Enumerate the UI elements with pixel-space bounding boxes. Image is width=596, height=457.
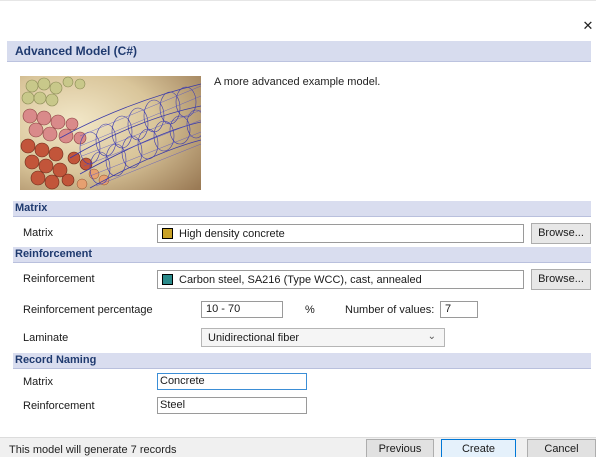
reinforcement-material-field[interactable]: Carbon steel, SA216 (Type WCC), cast, an…	[157, 270, 524, 289]
chevron-down-icon: ⌄	[427, 331, 436, 342]
number-of-values-label: Number of values:	[345, 304, 435, 316]
create-button[interactable]: Create	[441, 439, 516, 457]
naming-reinforcement-label: Reinforcement	[23, 400, 95, 412]
matrix-section-header: Matrix	[13, 201, 591, 217]
reinforcement-browse-button[interactable]: Browse...	[531, 269, 591, 290]
reinforcement-percentage-input[interactable]: 10 - 70	[201, 301, 283, 318]
model-thumbnail	[20, 76, 201, 190]
reinforcement-percentage-label: Reinforcement percentage	[23, 304, 153, 316]
model-title: Advanced Model (C#)	[15, 44, 138, 58]
percentage-unit: %	[305, 304, 315, 316]
matrix-material-value: High density concrete	[179, 228, 285, 240]
matrix-browse-button[interactable]: Browse...	[531, 223, 591, 244]
status-text: This model will generate 7 records	[9, 444, 177, 456]
section-title: Matrix	[15, 202, 48, 214]
naming-matrix-input[interactable]: Concrete	[157, 373, 307, 390]
record-naming-section-header: Record Naming	[13, 353, 591, 369]
reinforcement-label: Reinforcement	[23, 273, 95, 285]
section-title: Reinforcement	[15, 248, 93, 260]
cancel-button[interactable]: Cancel	[527, 439, 596, 457]
reinforcement-material-value: Carbon steel, SA216 (Type WCC), cast, an…	[179, 274, 422, 286]
model-description: A more advanced example model.	[214, 76, 381, 88]
model-header: Advanced Model (C#)	[7, 41, 591, 62]
material-swatch-icon	[162, 228, 173, 239]
number-of-values-input[interactable]: 7	[440, 301, 478, 318]
naming-reinforcement-input[interactable]: Steel	[157, 397, 307, 414]
section-title: Record Naming	[15, 354, 97, 366]
nanotube-image	[20, 76, 201, 190]
material-swatch-icon	[162, 274, 173, 285]
laminate-dropdown[interactable]: Unidirectional fiber ⌄	[201, 328, 445, 347]
naming-matrix-label: Matrix	[23, 376, 53, 388]
previous-button[interactable]: Previous	[366, 439, 434, 457]
laminate-value: Unidirectional fiber	[208, 332, 300, 344]
laminate-label: Laminate	[23, 332, 69, 344]
title-bar: ✕	[0, 0, 596, 38]
reinforcement-section-header: Reinforcement	[13, 247, 591, 263]
matrix-material-field[interactable]: High density concrete	[157, 224, 524, 243]
close-icon[interactable]: ✕	[581, 18, 595, 34]
matrix-label: Matrix	[23, 227, 53, 239]
